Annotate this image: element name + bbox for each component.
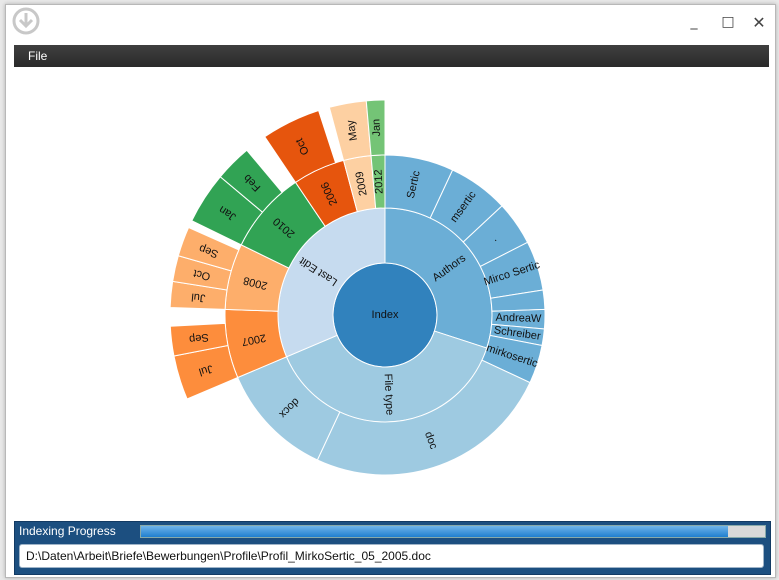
status-panel: Indexing Progress D:\Daten\Arbeit\Briefe… [14, 521, 771, 575]
sunburst-ring2-label: 2012 [373, 169, 386, 194]
sunburst-ring3-label: Jan [370, 119, 383, 137]
progress-bar [140, 525, 766, 538]
app-window: _ □ ✕ File Index Authors File type Last Edi… [5, 4, 776, 578]
current-file-path: D:\Daten\Arbeit\Briefe\Bewerbungen\Profi… [26, 549, 431, 563]
progress-label: Indexing Progress [19, 524, 116, 538]
sunburst-ring3-label: Sep [188, 331, 209, 345]
sunburst-ring2-label: AndreaW [495, 312, 542, 325]
sunburst-ring3-label: Jul [191, 290, 206, 303]
current-file-field: D:\Daten\Arbeit\Briefe\Bewerbungen\Profi… [19, 544, 764, 568]
sunburst-ring1-label: File type [382, 373, 396, 415]
sunburst-center-label: Index [372, 309, 399, 321]
progress-bar-fill [141, 526, 728, 537]
sunburst-chart[interactable]: IndexAuthorsFile typeLast EditSerticmser… [6, 5, 775, 515]
